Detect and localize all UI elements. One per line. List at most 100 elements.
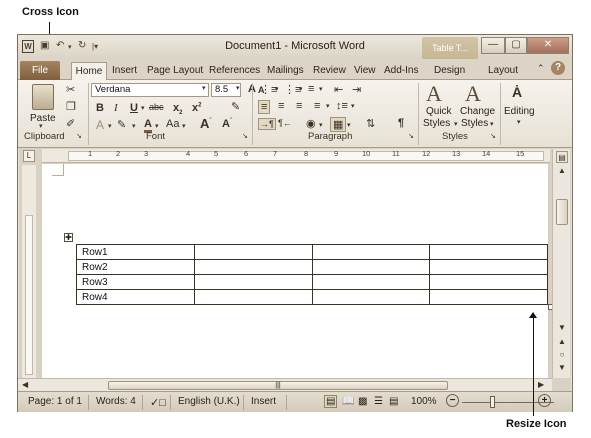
change-styles-dropdown-icon[interactable]: ▾	[490, 120, 494, 128]
italic-icon[interactable]: I	[114, 102, 118, 114]
styles-launcher-icon[interactable]: ↘	[490, 132, 496, 140]
copy-icon[interactable]: ❐	[66, 100, 76, 113]
shading-icon[interactable]: ◉	[306, 117, 316, 130]
outline-view-icon[interactable]: ☰	[374, 396, 383, 407]
tab-design[interactable]: Design	[434, 63, 465, 80]
table-cell[interactable]	[193, 289, 313, 305]
tab-selector-icon[interactable]: L	[23, 150, 35, 162]
tab-page-layout[interactable]: Page Layout	[147, 63, 203, 80]
rtl-icon[interactable]: ¶←	[278, 118, 292, 128]
print-layout-view-icon[interactable]: ▤	[324, 395, 338, 408]
quick-styles-button-line2[interactable]: Styles	[423, 118, 450, 129]
scroll-down-icon[interactable]: ▼	[556, 322, 568, 334]
next-page-icon[interactable]: ▼	[556, 362, 568, 374]
zoom-out-icon[interactable]: −	[446, 394, 459, 407]
editing-button[interactable]: Editing	[504, 106, 535, 117]
table-cell[interactable]: Row3	[76, 274, 195, 290]
table-cell[interactable]	[311, 274, 431, 290]
paste-dropdown-icon[interactable]: ▾	[39, 122, 43, 130]
tab-mailings[interactable]: Mailings	[267, 63, 304, 80]
align-center-icon[interactable]: ≡	[278, 100, 284, 112]
minimize-ribbon-icon[interactable]: ⌃	[537, 63, 545, 74]
shading-dropdown-icon[interactable]: ▾	[319, 121, 323, 129]
clipboard-launcher-icon[interactable]: ↘	[76, 132, 82, 140]
tab-file[interactable]: File	[20, 61, 60, 80]
table-cell[interactable]	[429, 259, 548, 275]
insert-mode-status[interactable]: Insert	[251, 396, 276, 407]
document-page[interactable]: ✚ Row1 Row2 Row3 Row4	[42, 164, 554, 378]
table-cell[interactable]	[311, 289, 431, 305]
horizontal-scrollbar[interactable]: ◀ ||| ▶	[18, 378, 552, 391]
underline-dropdown-icon[interactable]: ▾	[141, 104, 145, 112]
align-left-icon[interactable]: ≡	[258, 100, 271, 114]
zoom-in-icon[interactable]: +	[538, 394, 551, 407]
editing-dropdown-icon[interactable]: ▾	[517, 118, 521, 126]
text-effects-icon[interactable]: A	[96, 118, 104, 132]
font-launcher-icon[interactable]: ↘	[242, 132, 248, 140]
subscript-icon[interactable]: x2	[173, 102, 182, 116]
tab-add-ins[interactable]: Add-Ins	[384, 63, 418, 80]
editing-icon[interactable]: Ȧ	[512, 84, 522, 100]
change-styles-button-line2[interactable]: Styles	[461, 118, 488, 129]
table-cell[interactable]: Row1	[76, 244, 195, 260]
tab-view[interactable]: View	[354, 63, 376, 80]
ltr-icon[interactable]: →¶	[258, 118, 276, 130]
clear-formatting-icon[interactable]: ✎	[231, 100, 240, 113]
font-color-dropdown-icon[interactable]: ▾	[155, 122, 159, 130]
full-screen-reading-icon[interactable]: 📖	[342, 396, 354, 407]
table-cell[interactable]: Row4	[76, 289, 195, 305]
scroll-left-icon[interactable]: ◀	[22, 380, 28, 389]
grow-font-large-icon[interactable]: Aˆ	[200, 116, 211, 131]
table-cell[interactable]	[429, 274, 548, 290]
zoom-level-status[interactable]: 100%	[411, 396, 437, 407]
close-button[interactable]: ✕	[527, 37, 569, 54]
table-cell[interactable]: Row2	[76, 259, 195, 275]
quick-styles-button[interactable]: Quick	[426, 106, 452, 117]
sort-icon[interactable]: ⇅	[366, 117, 375, 130]
font-name-combo[interactable]: Verdana	[91, 83, 209, 97]
bullets-dropdown-icon[interactable]: ▾	[275, 85, 279, 93]
underline-icon[interactable]: U	[130, 102, 138, 114]
vertical-scroll-thumb[interactable]	[556, 199, 568, 225]
borders-dropdown-icon[interactable]: ▾	[347, 121, 351, 129]
change-case-icon[interactable]: Aa	[166, 118, 179, 130]
superscript-icon[interactable]: x2	[192, 102, 201, 114]
strikethrough-icon[interactable]: abc	[149, 102, 164, 112]
justify-icon[interactable]: ≡	[314, 100, 320, 112]
draft-view-icon[interactable]: ▤	[389, 396, 398, 407]
line-spacing-icon[interactable]: ↕≡	[336, 100, 348, 112]
paragraph-launcher-icon[interactable]: ↘	[408, 132, 414, 140]
scroll-right-icon[interactable]: ▶	[538, 380, 544, 389]
horizontal-scroll-thumb[interactable]: |||	[108, 381, 448, 390]
shrink-font-large-icon[interactable]: Aˇ	[222, 118, 232, 130]
numbering-dropdown-icon[interactable]: ▾	[299, 85, 303, 93]
minimize-button[interactable]: —	[481, 37, 505, 54]
page-count-status[interactable]: Page: 1 of 1	[28, 396, 82, 407]
multilevel-list-dropdown-icon[interactable]: ▾	[319, 85, 323, 93]
quick-styles-dropdown-icon[interactable]: ▾	[454, 120, 458, 128]
format-painter-icon[interactable]: ✐	[66, 117, 75, 130]
select-browse-object-icon[interactable]: ○	[556, 349, 568, 361]
language-status[interactable]: English (U.K.)	[178, 396, 240, 407]
horizontal-ruler[interactable]: 1 2 3 4 5 6 7 8 9 10 11 12 13 14 15	[42, 149, 550, 163]
zoom-slider-thumb[interactable]	[490, 396, 495, 408]
cut-icon[interactable]: ✂	[66, 83, 75, 96]
table-cell[interactable]	[429, 244, 548, 260]
table-cell[interactable]	[193, 259, 313, 275]
table-cell[interactable]	[429, 289, 548, 305]
table-move-handle-icon[interactable]: ✚	[64, 233, 73, 242]
highlight-icon[interactable]: ✎	[117, 118, 126, 131]
bold-icon[interactable]: B	[96, 102, 104, 114]
line-spacing-dropdown-icon[interactable]: ▾	[351, 102, 355, 110]
tab-references[interactable]: References	[209, 63, 260, 80]
align-right-icon[interactable]: ≡	[296, 100, 302, 112]
multilevel-list-icon[interactable]: ≡	[308, 83, 314, 95]
show-hide-marks-icon[interactable]: ¶	[398, 117, 404, 129]
change-styles-icon[interactable]: A	[465, 81, 481, 107]
borders-icon[interactable]: ▦	[330, 117, 347, 132]
change-case-dropdown-icon[interactable]: ▾	[182, 122, 186, 130]
highlight-dropdown-icon[interactable]: ▾	[132, 122, 136, 130]
change-styles-button[interactable]: Change	[460, 106, 495, 117]
tab-review[interactable]: Review	[313, 63, 346, 80]
increase-indent-icon[interactable]: ⇥	[352, 83, 361, 96]
